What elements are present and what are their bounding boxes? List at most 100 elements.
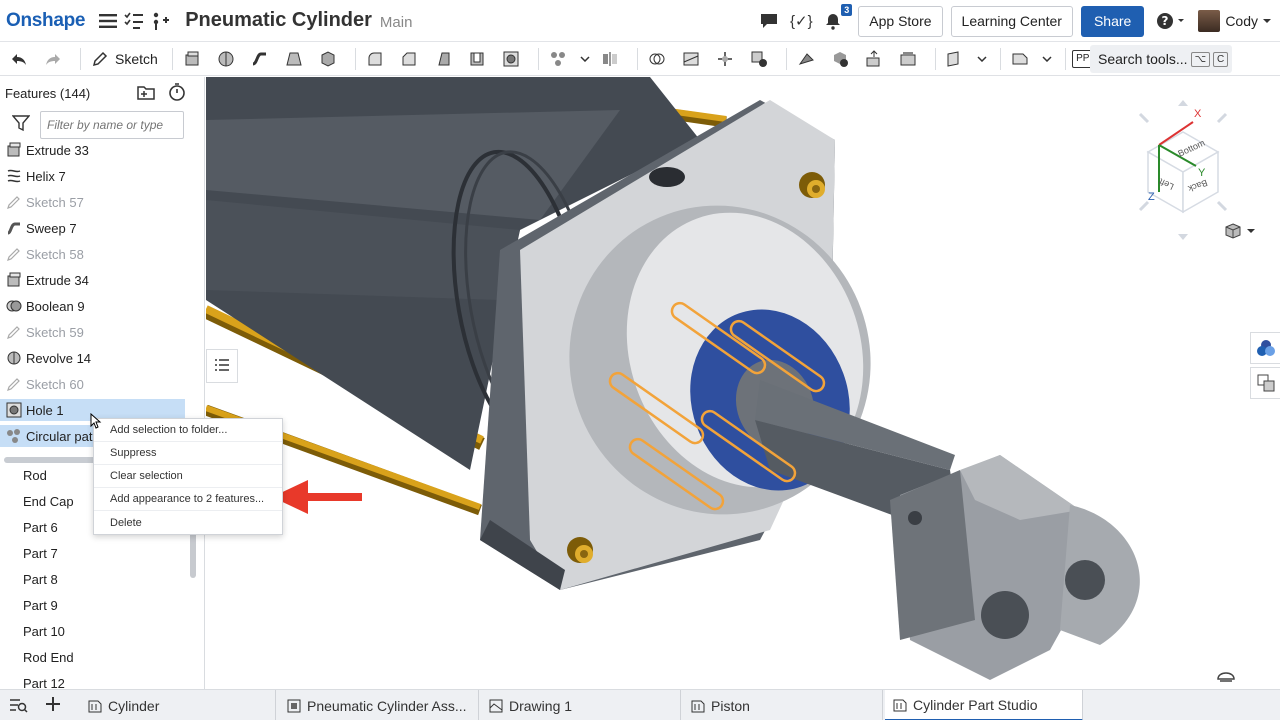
feature-label: Revolve 14: [26, 350, 92, 366]
feature-list-panel: Features (144) Extrude 33 Helix 7 Sketch 5…: [0, 77, 205, 689]
draft-icon[interactable]: [430, 46, 456, 72]
part-item[interactable]: Part 6: [23, 520, 58, 535]
document-tab[interactable]: Pneumatic Cylinder Ass...: [279, 690, 479, 720]
document-tab[interactable]: Drawing 1: [481, 690, 681, 720]
chamfer-icon[interactable]: [396, 46, 422, 72]
chevron-down-icon[interactable]: [976, 46, 988, 72]
plane-icon[interactable]: [942, 46, 968, 72]
filter-input[interactable]: [40, 111, 184, 139]
feature-item[interactable]: Sketch 59: [0, 321, 185, 343]
part-item[interactable]: Part 12: [23, 676, 65, 689]
top-right-actions: {✓} 3 App Store Learning Center Share ? …: [756, 0, 1280, 42]
delete-face-icon[interactable]: [827, 46, 853, 72]
part-item[interactable]: Rod: [23, 468, 47, 483]
context-menu-item[interactable]: Delete: [94, 511, 282, 534]
context-menu-item[interactable]: Add selection to folder...: [94, 419, 282, 442]
document-tab[interactable]: Cylinder Part Studio: [885, 690, 1083, 720]
axis-x-label: X: [1194, 108, 1202, 120]
graphics-viewport[interactable]: X Z Y Bottom Left Back: [206, 77, 1280, 689]
share-button[interactable]: Share: [1080, 5, 1145, 37]
context-menu-item[interactable]: Add appearance to 2 features...: [94, 488, 282, 511]
part-item[interactable]: Part 8: [23, 572, 58, 587]
help-icon[interactable]: ?: [1154, 8, 1188, 34]
boolean-icon[interactable]: [644, 46, 670, 72]
chevron-down-icon[interactable]: [1041, 46, 1053, 72]
code-icon[interactable]: {✓}: [788, 8, 814, 34]
document-tab[interactable]: Cylinder: [80, 690, 276, 720]
part-item[interactable]: End Cap: [23, 494, 74, 509]
part-item[interactable]: Rod End: [23, 650, 74, 665]
fillet-icon[interactable]: [362, 46, 388, 72]
measure-icon[interactable]: [1216, 667, 1236, 688]
avatar[interactable]: [1198, 10, 1221, 32]
shell-icon[interactable]: [464, 46, 490, 72]
extrude-icon[interactable]: [179, 46, 205, 72]
hole-icon: [6, 402, 22, 418]
part-item[interactable]: Part 10: [23, 624, 65, 639]
feature-item[interactable]: Sketch 57: [0, 191, 185, 213]
app-store-button[interactable]: App Store: [858, 5, 943, 37]
menu-icon[interactable]: [95, 8, 121, 34]
loft-icon[interactable]: [281, 46, 307, 72]
search-tools-input[interactable]: Search tools... ⌥ C: [1090, 45, 1232, 73]
document-tab-bar: Cylinder Pneumatic Cylinder Ass... Drawing…: [0, 689, 1280, 720]
view-cube[interactable]: X Z Y Bottom Left Back: [1118, 92, 1248, 242]
context-menu-item[interactable]: Suppress: [94, 442, 282, 465]
tab-manager-icon[interactable]: [8, 696, 28, 719]
configuration-panel-button[interactable]: [1250, 367, 1280, 399]
revolve-icon[interactable]: [213, 46, 239, 72]
user-name[interactable]: Cody: [1225, 13, 1258, 29]
modify-fillet-icon[interactable]: [793, 46, 819, 72]
insert-icon[interactable]: [147, 8, 173, 34]
feature-item[interactable]: Sweep 7: [0, 217, 185, 239]
add-tab-icon[interactable]: [44, 695, 62, 718]
feature-item[interactable]: Extrude 34: [0, 269, 185, 291]
appearance-panel-button[interactable]: [1250, 332, 1280, 364]
document-title[interactable]: Pneumatic Cylinder: [185, 9, 372, 32]
feature-item[interactable]: Helix 7: [0, 165, 185, 187]
sketch-icon: [6, 376, 22, 392]
pattern-icon[interactable]: [545, 46, 571, 72]
undo-icon[interactable]: [6, 46, 32, 72]
sweep-icon[interactable]: [247, 46, 273, 72]
tab-type-icon: [487, 697, 505, 715]
sheet-metal-icon[interactable]: [1007, 46, 1033, 72]
feature-label: Sweep 7: [26, 220, 77, 236]
context-menu-item[interactable]: Clear selection: [94, 465, 282, 488]
part-item[interactable]: Part 9: [23, 598, 58, 613]
redo-icon[interactable]: [40, 46, 66, 72]
notification-bell-icon[interactable]: 3: [820, 4, 853, 34]
thicken-icon[interactable]: [315, 46, 341, 72]
chevron-down-icon[interactable]: [1258, 8, 1276, 34]
feature-tree-toggle[interactable]: [206, 349, 238, 383]
rollback-timer-icon[interactable]: [168, 82, 186, 104]
document-tab[interactable]: Piston: [683, 690, 883, 720]
mirror-icon[interactable]: [597, 46, 623, 72]
checklist-icon[interactable]: [121, 8, 147, 34]
chevron-down-icon[interactable]: [579, 46, 591, 72]
cube-view-icon: [1225, 223, 1241, 239]
branch-label[interactable]: Main: [380, 14, 413, 31]
add-folder-icon[interactable]: [136, 83, 156, 104]
replace-face-icon[interactable]: [895, 46, 921, 72]
split-icon[interactable]: [678, 46, 704, 72]
feature-item[interactable]: Boolean 9: [0, 295, 185, 317]
comment-icon[interactable]: [756, 8, 782, 34]
move-face-icon[interactable]: [861, 46, 887, 72]
sketch-button[interactable]: Sketch: [91, 50, 158, 68]
delete-part-icon[interactable]: [746, 46, 772, 72]
filter-funnel-icon[interactable]: [11, 114, 31, 137]
feature-item[interactable]: Sketch 60: [0, 373, 185, 395]
hole-icon[interactable]: [498, 46, 524, 72]
feature-item[interactable]: Sketch 58: [0, 243, 185, 265]
learning-center-button[interactable]: Learning Center: [950, 5, 1073, 37]
feature-item[interactable]: Revolve 14: [0, 347, 185, 369]
transform-icon[interactable]: [712, 46, 738, 72]
tab-label: Cylinder Part Studio: [913, 696, 1038, 713]
feature-item[interactable]: Extrude 33: [0, 139, 185, 161]
part-item[interactable]: Part 7: [23, 546, 58, 561]
toolbar-divider: [80, 47, 81, 70]
parts-scrollbar[interactable]: [190, 532, 196, 578]
view-options-menu[interactable]: [1224, 222, 1256, 240]
onshape-logo[interactable]: Onshape: [6, 10, 86, 32]
